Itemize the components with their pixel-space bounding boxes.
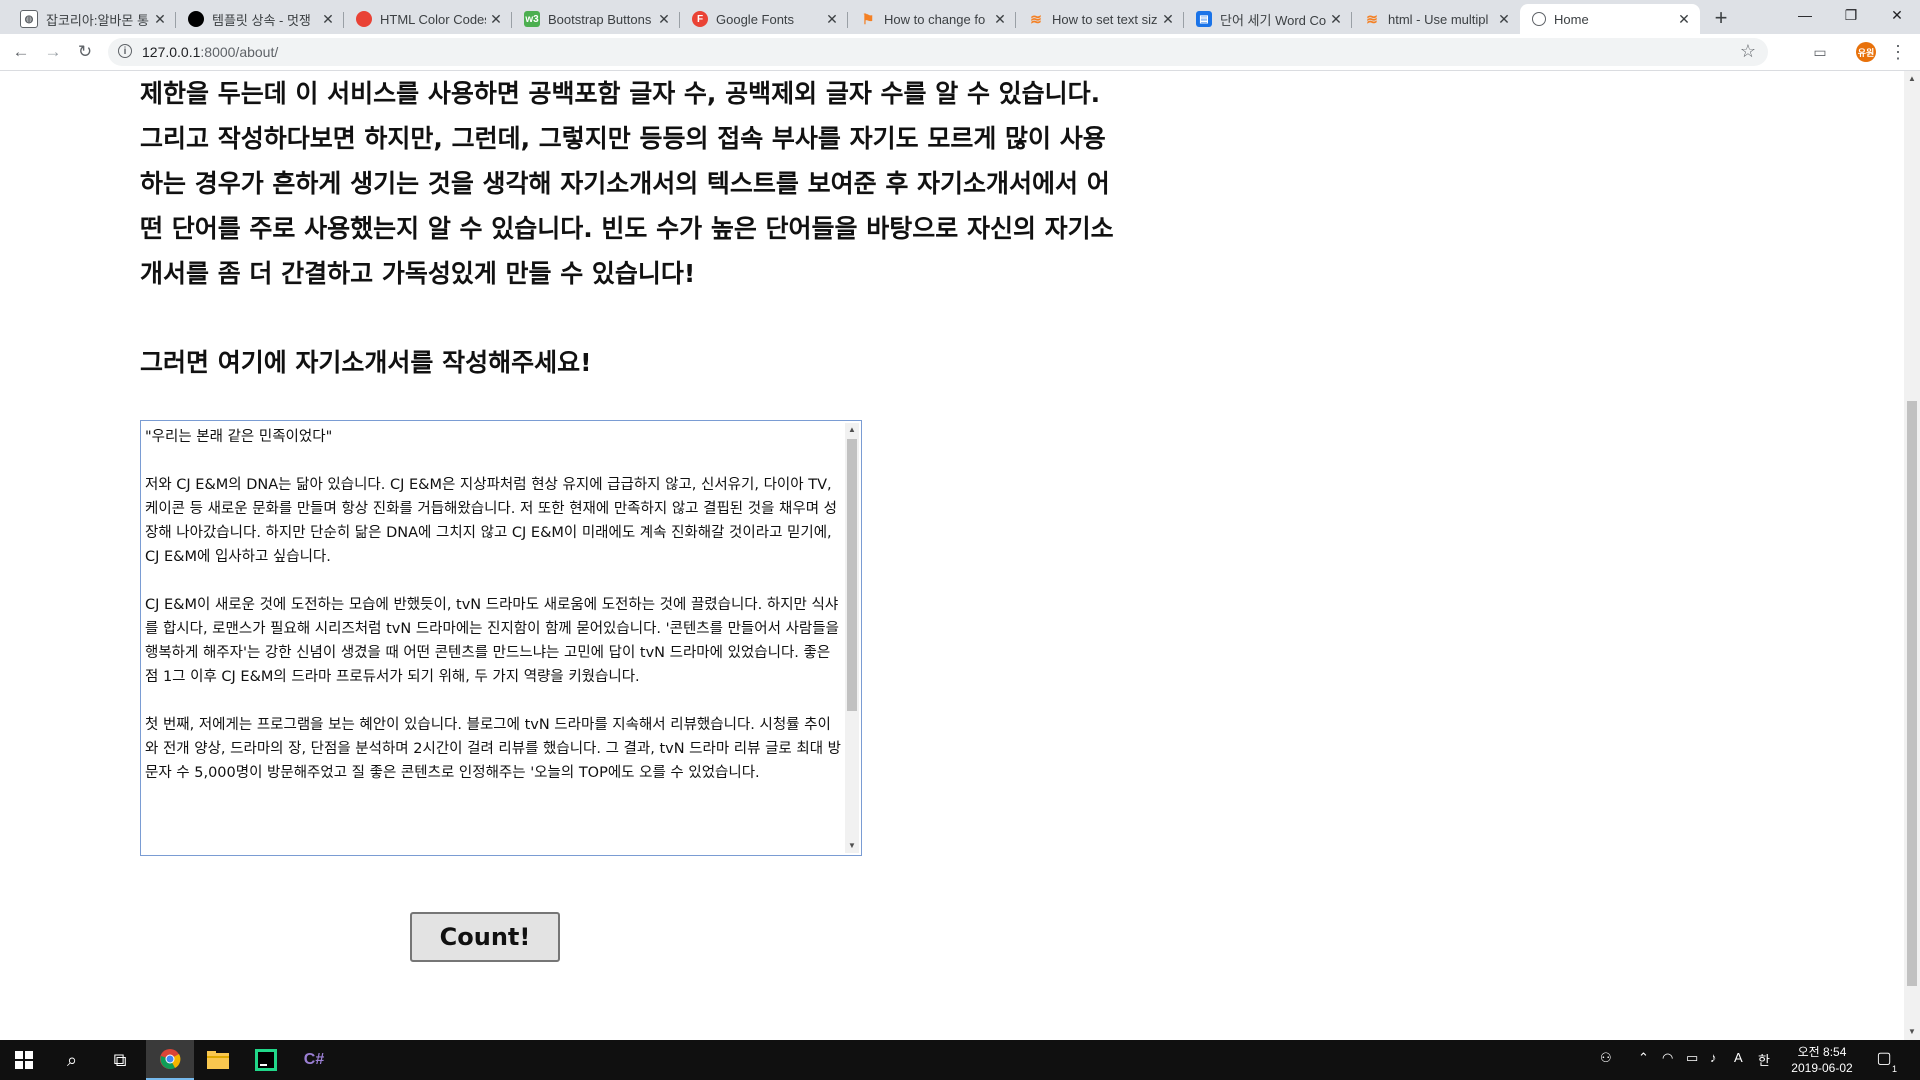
- volume-icon[interactable]: ♪: [1710, 1050, 1717, 1065]
- close-icon[interactable]: ✕: [486, 11, 506, 28]
- close-window-button[interactable]: ✕: [1874, 0, 1920, 30]
- scroll-down-arrow-icon[interactable]: ▼: [1904, 1024, 1920, 1040]
- cast-icon[interactable]: ▭: [1810, 42, 1830, 62]
- tab-jobkorea[interactable]: ◍ 잡코리아:알바몬 통 ✕: [8, 4, 176, 34]
- minimize-button[interactable]: —: [1782, 0, 1828, 30]
- menu-kebab-icon[interactable]: ⋮: [1888, 42, 1908, 62]
- circle-icon: [188, 11, 204, 27]
- tab-html-use-multiple[interactable]: ≋ html - Use multipl ✕: [1352, 4, 1520, 34]
- action-center-notification-icon[interactable]: ▢ 1: [1873, 1048, 1897, 1074]
- tab-title: 템플릿 상속 - 멋쟁: [212, 12, 311, 28]
- tab-how-to-change-font[interactable]: ⚑ How to change fo ✕: [848, 4, 1016, 34]
- notification-count: 1: [1891, 1064, 1897, 1074]
- browser-toolbar: ← → ↻ i 127.0.0.1:8000/about/ ☆ ▭ ⋮: [0, 34, 1920, 71]
- forward-button[interactable]: →: [41, 40, 65, 64]
- close-icon[interactable]: ✕: [1158, 11, 1178, 28]
- essay-prompt-heading: 그러면 여기에 자기소개서를 작성해주세요!: [140, 348, 592, 377]
- stack-overflow-icon: ≋: [1030, 10, 1042, 27]
- url-path: :8000/about/: [200, 44, 279, 60]
- color-wheel-icon: [356, 11, 372, 27]
- close-icon[interactable]: ✕: [654, 11, 674, 28]
- close-icon[interactable]: ✕: [1326, 11, 1346, 28]
- people-icon[interactable]: ⚇: [1600, 1050, 1612, 1066]
- start-windows-icon[interactable]: [0, 1040, 48, 1080]
- tab-home-active[interactable]: Home ✕: [1520, 4, 1700, 34]
- scroll-up-arrow-icon[interactable]: ▲: [1904, 71, 1920, 87]
- essay-text[interactable]: "우리는 본래 같은 민족이었다" 저와 CJ E&M의 DNA는 닮아 있습니…: [145, 425, 841, 845]
- new-tab-button[interactable]: +: [1707, 4, 1735, 32]
- visual-studio-icon[interactable]: C#: [290, 1040, 338, 1080]
- tab-template-inheritance[interactable]: 템플릿 상속 - 멋쟁 ✕: [176, 4, 344, 34]
- url-text: 127.0.0.1:8000/about/: [142, 44, 278, 60]
- essay-scroll-thumb[interactable]: [847, 439, 857, 711]
- scroll-down-arrow-icon[interactable]: ▼: [845, 839, 859, 853]
- close-icon[interactable]: ✕: [822, 11, 842, 28]
- tab-word-count[interactable]: ▤ 단어 세기 Word Co ✕: [1184, 4, 1352, 34]
- tab-title: HTML Color Codes: [380, 11, 486, 27]
- search-icon[interactable]: ⌕: [48, 1040, 96, 1080]
- address-bar[interactable]: i 127.0.0.1:8000/about/ ☆: [108, 38, 1768, 66]
- profile-avatar[interactable]: 유원: [1856, 42, 1876, 62]
- flag-icon: ⚑: [861, 10, 875, 27]
- tab-strip: ◍ 잡코리아:알바몬 통 ✕ 템플릿 상속 - 멋쟁 ✕ HTML Color …: [0, 0, 1920, 34]
- hangul-ime-icon[interactable]: 한: [1758, 1050, 1770, 1069]
- file-explorer-icon[interactable]: [194, 1040, 242, 1080]
- scroll-up-arrow-icon[interactable]: ▲: [845, 423, 859, 437]
- tab-title: 잡코리아:알바몬 통: [46, 12, 149, 28]
- url-host: 127.0.0.1: [142, 44, 201, 60]
- document-icon: ▤: [1196, 11, 1212, 27]
- tab-title: How to set text siz: [1052, 11, 1158, 27]
- chrome-taskbar-icon[interactable]: [146, 1040, 194, 1080]
- tab-how-to-set-text-size[interactable]: ≋ How to set text siz ✕: [1016, 4, 1184, 34]
- close-icon[interactable]: ✕: [1494, 11, 1514, 28]
- intro-paragraph: 제한을 두는데 이 서비스를 사용하면 공백포함 글자 수, 공백제외 글자 수…: [140, 79, 1114, 288]
- pycharm-icon[interactable]: [242, 1040, 290, 1080]
- tab-html-color-codes[interactable]: HTML Color Codes ✕: [344, 4, 512, 34]
- page-scroll-thumb[interactable]: [1907, 401, 1917, 986]
- info-icon[interactable]: i: [118, 44, 132, 58]
- tab-google-fonts[interactable]: F Google Fonts ✕: [680, 4, 848, 34]
- close-icon[interactable]: ✕: [150, 11, 170, 28]
- show-hidden-icons-chevron-icon[interactable]: ⌃: [1638, 1050, 1649, 1066]
- clock-date: 2019-06-02: [1791, 1061, 1853, 1075]
- tab-title: html - Use multipl: [1388, 11, 1489, 27]
- page-viewport: 제한을 두는데 이 서비스를 사용하면 공백포함 글자 수, 공백제외 글자 수…: [0, 71, 1904, 1040]
- stack-overflow-icon: ≋: [1366, 10, 1378, 27]
- battery-icon[interactable]: ▭: [1686, 1050, 1698, 1066]
- system-clock[interactable]: 오전 8:54 2019-06-02: [1782, 1044, 1862, 1076]
- page-scrollbar[interactable]: ▲ ▼: [1904, 71, 1920, 1040]
- w3-icon: w3: [524, 11, 540, 27]
- back-button[interactable]: ←: [9, 40, 33, 64]
- restore-button[interactable]: ❐: [1828, 0, 1874, 30]
- tab-bootstrap-buttons[interactable]: w3 Bootstrap Buttons ✕: [512, 4, 680, 34]
- tab-title: Home: [1554, 11, 1589, 27]
- ime-indicator[interactable]: A: [1734, 1050, 1743, 1065]
- close-icon[interactable]: ✕: [990, 11, 1010, 28]
- task-view-icon[interactable]: ⧉: [96, 1040, 144, 1080]
- close-icon[interactable]: ✕: [1674, 11, 1694, 28]
- tab-title: How to change fo: [884, 11, 986, 27]
- tab-title: Bootstrap Buttons: [548, 11, 652, 27]
- globe-icon: ◍: [20, 10, 38, 28]
- close-icon[interactable]: ✕: [318, 11, 338, 28]
- clock-time: 오전 8:54: [1797, 1045, 1847, 1059]
- essay-textarea[interactable]: "우리는 본래 같은 민족이었다" 저와 CJ E&M의 DNA는 닮아 있습니…: [140, 420, 862, 856]
- count-button[interactable]: Count!: [410, 912, 560, 962]
- windows-taskbar: ⌕ ⧉ C# ⚇ ⌃ ◠ ▭ ♪ A 한 오전 8:54 2019-06-02 …: [0, 1040, 1920, 1080]
- reload-button[interactable]: ↻: [73, 40, 97, 64]
- tab-title: 단어 세기 Word Co: [1220, 12, 1326, 28]
- globe-icon: [1532, 12, 1546, 26]
- network-wifi-icon[interactable]: ◠: [1662, 1050, 1673, 1066]
- essay-scrollbar[interactable]: ▲ ▼: [845, 423, 859, 853]
- tab-title: Google Fonts: [716, 11, 795, 27]
- google-fonts-icon: F: [692, 11, 708, 27]
- bookmark-star-icon[interactable]: ☆: [1740, 41, 1756, 62]
